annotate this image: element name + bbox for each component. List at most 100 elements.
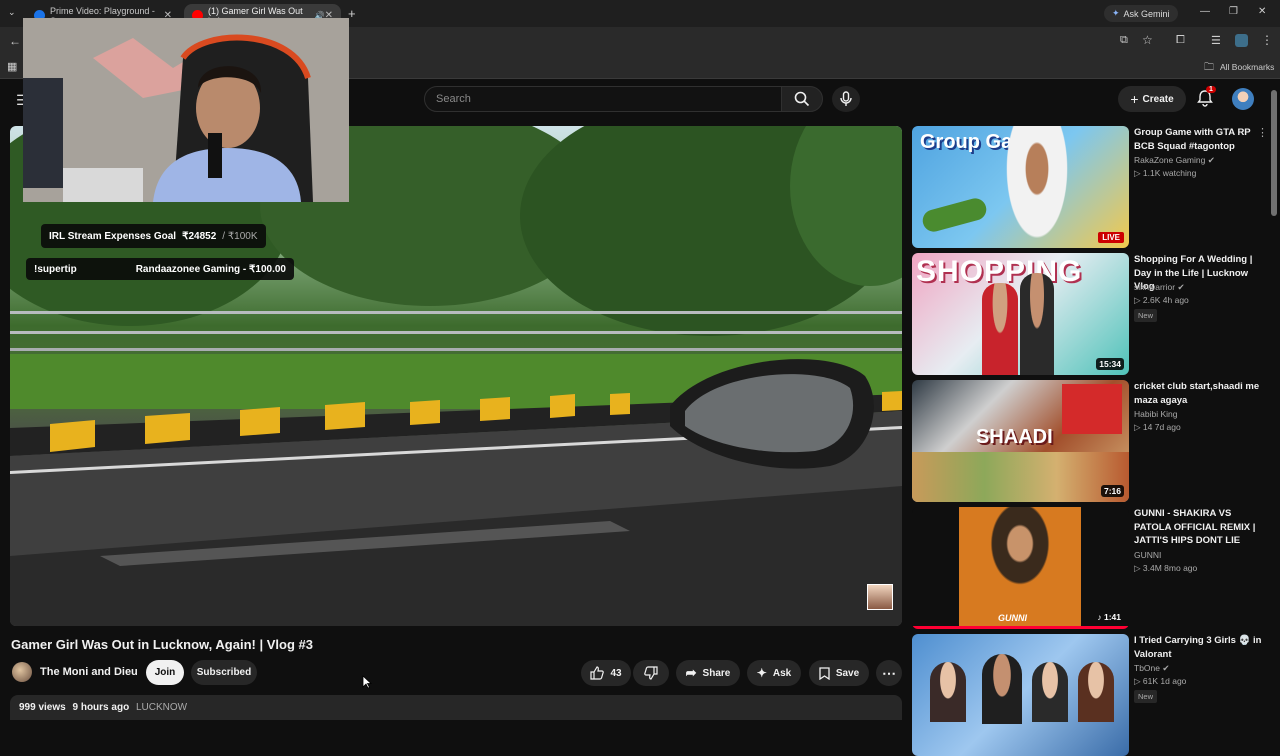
notification-count-badge: 1	[1206, 86, 1216, 93]
thumbnail-sign	[1062, 384, 1122, 434]
apps-grid-icon[interactable]: ▦	[7, 60, 17, 73]
recommendation-item[interactable]: I Tried Carrying 3 Girls 💀 in Valorant T…	[912, 634, 1272, 756]
meta-label: 3.4M 8mo ago	[1142, 563, 1198, 573]
save-button[interactable]: Save	[809, 660, 869, 686]
like-count: 43	[610, 667, 622, 679]
verified-check-icon: ✔	[1162, 663, 1170, 673]
video-title: Gamer Girl Was Out in Lucknow, Again! | …	[11, 637, 313, 652]
more-actions-button[interactable]: ⋯	[876, 660, 902, 686]
views-icon: ▷	[1134, 295, 1141, 305]
channel-label: RakaZone Gaming	[1134, 155, 1206, 165]
thumbnail-person	[930, 662, 966, 722]
dislike-button[interactable]	[633, 660, 669, 686]
recommendation-meta: ▷ 61K 1d ago	[1134, 676, 1186, 687]
recommendation-title[interactable]: GUNNI - SHAKIRA VS PATOLA OFFICIAL REMIX…	[1134, 507, 1264, 548]
thumbnail-person	[1020, 273, 1054, 375]
views-icon: ▷	[1134, 563, 1141, 573]
video-thumbnail[interactable]: SHAADI 7:16	[912, 380, 1129, 502]
thumbs-down-icon	[644, 666, 658, 680]
new-badge: New	[1134, 309, 1158, 322]
recommendation-meta: ▷ 2.6K 4h ago	[1134, 295, 1189, 306]
recommendation-item[interactable]: SHAADI 7:16 cricket club start,shaadi me…	[912, 380, 1272, 502]
voice-search-button[interactable]	[832, 86, 860, 112]
live-viewers-icon: ▷	[1134, 168, 1141, 178]
live-badge: LIVE	[1098, 232, 1124, 243]
recommendation-title[interactable]: I Tried Carrying 3 Girls 💀 in Valorant	[1134, 634, 1264, 661]
create-button[interactable]: + Create	[1118, 86, 1186, 112]
location-tag[interactable]: LUCKNOW	[136, 702, 187, 713]
recommendation-channel[interactable]: RakaZone Gaming ✔	[1134, 155, 1215, 166]
recommendation-channel[interactable]: TbOne ✔	[1134, 663, 1170, 674]
video-thumbnail[interactable]	[912, 634, 1129, 756]
minimize-icon[interactable]: —	[1200, 6, 1210, 17]
thumbnail-text: SHAADI	[976, 426, 1053, 448]
duration-label: 1:41	[1103, 612, 1121, 622]
thumbnail-artwork	[959, 507, 1081, 629]
restore-icon[interactable]: ❐	[1229, 6, 1238, 17]
video-thumbnail[interactable]: GUNNI ♪ 1:41	[912, 507, 1129, 629]
page-scrollbar[interactable]	[1271, 90, 1277, 216]
recommendation-meta: ▷ 14 7d ago	[1134, 422, 1181, 433]
description-meta: 999 views 9 hours ago LUCKNOW	[19, 702, 187, 713]
recommendation-item[interactable]: SHOPPING 15:34 Shopping For A Wedding | …	[912, 253, 1272, 375]
recommendation-title[interactable]: Group Game with GTA RP BCB Squad #tagont…	[1134, 126, 1264, 153]
thumbnail-person	[1032, 662, 1068, 722]
gemini-sparkle-icon: ✦	[1112, 8, 1120, 18]
tab-search-icon[interactable]: ⌄	[8, 7, 16, 18]
media-controls-icon[interactable]: ☰	[1211, 34, 1221, 47]
ask-gemini-button[interactable]: ✦ Ask Gemini	[1104, 5, 1178, 22]
stream-goal-overlay: IRL Stream Expenses Goal ₹24852 / ₹100K	[41, 224, 266, 248]
bookmark-star-icon[interactable]: ☆	[1142, 33, 1153, 47]
thumbnail-person	[982, 654, 1022, 724]
browser-menu-icon[interactable]: ⋮	[1261, 33, 1273, 47]
recommendation-channel[interactable]: GUNNI	[1134, 550, 1161, 560]
thumbnail-food-strip	[912, 452, 1129, 502]
recommendation-menu-icon[interactable]: ⋮	[1257, 126, 1268, 139]
recommendation-channel[interactable]: sikhwarrior ✔	[1134, 282, 1185, 293]
recommendation-item[interactable]: Group Games LIVE Group Game with GTA RP …	[912, 126, 1272, 248]
views-icon: ▷	[1134, 676, 1141, 686]
join-button[interactable]: Join	[146, 660, 184, 685]
video-thumbnail[interactable]: Group Games LIVE	[912, 126, 1129, 248]
recommendation-meta: ▷ 3.4M 8mo ago	[1134, 563, 1197, 574]
goal-current: ₹24852	[182, 230, 217, 242]
notifications-button[interactable]: 1	[1197, 86, 1216, 112]
back-icon[interactable]: ←	[9, 34, 21, 48]
meta-label: 1.1K watching	[1142, 168, 1197, 178]
short-duration: ♪ 1:41	[1097, 612, 1121, 622]
new-tab-icon[interactable]: +	[348, 6, 356, 21]
profile-extension-icon[interactable]	[1235, 34, 1248, 47]
supertip-overlay: !supertip Randaazonee Gaming - ₹100.00	[26, 258, 294, 280]
goal-label: IRL Stream Expenses Goal	[49, 230, 177, 242]
channel-watermark[interactable]	[867, 584, 893, 610]
video-duration: 15:34	[1096, 358, 1124, 370]
sparkle-icon: ✦	[756, 666, 767, 680]
save-bookmark-icon	[819, 666, 830, 680]
thumbnail-person	[1002, 126, 1072, 248]
channel-label: TbOne	[1134, 663, 1160, 673]
folder-icon: 🗀	[1204, 62, 1214, 73]
recommendation-channel[interactable]: Habibi King	[1134, 409, 1177, 419]
thumbs-up-icon	[590, 666, 605, 680]
thumbnail-text: GUNNI	[998, 613, 1027, 623]
channel-avatar[interactable]	[12, 662, 32, 682]
search-button[interactable]	[781, 86, 823, 112]
video-thumbnail[interactable]: SHOPPING 15:34	[912, 253, 1129, 375]
share-icon: ➦	[685, 665, 697, 680]
close-window-icon[interactable]: ✕	[1258, 6, 1266, 17]
recommendation-item[interactable]: GUNNI ♪ 1:41 GUNNI - SHAKIRA VS PATOLA O…	[912, 507, 1272, 629]
account-avatar[interactable]	[1232, 88, 1254, 110]
install-app-icon[interactable]: ⧉	[1120, 34, 1128, 47]
view-count: 999 views	[19, 702, 66, 713]
extensions-icon[interactable]: ⧠	[1176, 34, 1185, 47]
search-input[interactable]: Search	[424, 86, 782, 112]
all-bookmarks-link[interactable]: All Bookmarks	[1220, 62, 1274, 72]
recommendation-meta: ▷ 1.1K watching	[1134, 168, 1196, 179]
share-button[interactable]: ➦ Share	[676, 660, 740, 686]
recommendation-title[interactable]: cricket club start,shaadi me maza agaya	[1134, 380, 1264, 407]
ask-button[interactable]: ✦ Ask	[747, 660, 801, 686]
subscribed-button[interactable]: Subscribed	[191, 660, 257, 685]
like-button[interactable]: 43	[581, 660, 631, 686]
channel-name[interactable]: The Moni and Dieu	[40, 666, 138, 678]
ask-label: Ask	[772, 667, 792, 679]
